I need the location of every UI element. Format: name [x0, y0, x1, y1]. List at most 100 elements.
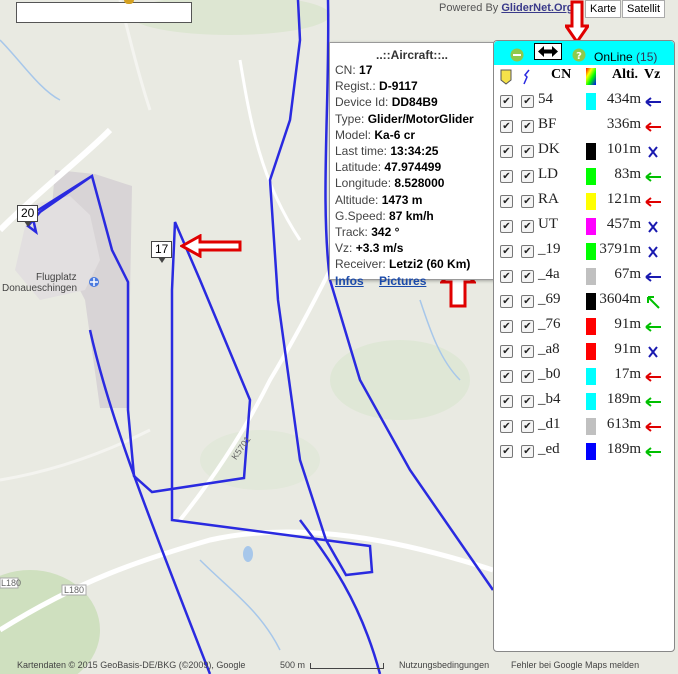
show-marker-checkbox[interactable]: ✔ [500, 120, 513, 133]
show-track-checkbox[interactable]: ✔ [521, 370, 534, 383]
minimize-icon[interactable] [510, 48, 524, 62]
alti-column-header[interactable]: Alti. [612, 67, 638, 83]
color-column-icon[interactable] [586, 68, 596, 85]
show-track-checkbox[interactable]: ✔ [521, 120, 534, 133]
aircraft-cn[interactable]: UT [538, 216, 558, 233]
vz-climb-arrow-icon [647, 296, 660, 309]
show-marker-checkbox[interactable]: ✔ [500, 395, 513, 408]
aircraft-cn[interactable]: _19 [538, 241, 561, 258]
info-row-value: 87 km/h [389, 208, 434, 223]
aircraft-row[interactable]: ✔ ✔ _76 91m [494, 316, 674, 343]
aircraft-cn[interactable]: _76 [538, 316, 561, 333]
info-rows: CN: 17 Regist.: D-9117 Device Id: DD84B9 Ty… [330, 62, 494, 273]
show-marker-checkbox[interactable]: ✔ [500, 420, 513, 433]
show-track-checkbox[interactable]: ✔ [521, 320, 534, 333]
show-marker-checkbox[interactable]: ✔ [500, 195, 513, 208]
aircraft-marker-20[interactable]: 20 [17, 205, 39, 227]
aircraft-cn[interactable]: _ed [538, 441, 560, 458]
search-box[interactable] [16, 2, 192, 23]
show-track-checkbox[interactable]: ✔ [521, 195, 534, 208]
aircraft-cn[interactable]: BF [538, 116, 556, 133]
info-row-value: 8.528000 [394, 176, 445, 191]
show-track-checkbox[interactable]: ✔ [521, 170, 534, 183]
show-marker-checkbox[interactable]: ✔ [500, 295, 513, 308]
aircraft-cn[interactable]: _a8 [538, 341, 560, 358]
show-marker-checkbox[interactable]: ✔ [500, 220, 513, 233]
show-marker-checkbox[interactable]: ✔ [500, 320, 513, 333]
aircraft-cn[interactable]: _69 [538, 291, 561, 308]
show-track-checkbox[interactable]: ✔ [521, 420, 534, 433]
show-track-checkbox[interactable]: ✔ [521, 95, 534, 108]
show-track-checkbox[interactable]: ✔ [521, 445, 534, 458]
vz-column-header[interactable]: Vz [644, 67, 660, 83]
show-marker-checkbox[interactable]: ✔ [500, 95, 513, 108]
aircraft-cn[interactable]: DK [538, 141, 560, 158]
online-label: OnLine [594, 50, 633, 64]
aircraft-cn[interactable]: _b0 [538, 366, 561, 383]
report-error-link[interactable]: Fehler bei Google Maps melden [511, 660, 639, 670]
aircraft-row[interactable]: ✔ ✔ _4a 67m [494, 266, 674, 293]
aircraft-row[interactable]: ✔ ✔ _b4 189m [494, 391, 674, 418]
aircraft-row[interactable]: ✔ ✔ RA 121m [494, 191, 674, 218]
aircraft-row[interactable]: ✔ ✔ _a8 91m [494, 341, 674, 368]
info-row: Type: Glider/MotorGlider [335, 111, 494, 127]
show-marker-checkbox[interactable]: ✔ [500, 270, 513, 283]
aircraft-cn[interactable]: _b4 [538, 391, 561, 408]
info-row-label: Type: [335, 111, 365, 126]
show-track-checkbox[interactable]: ✔ [521, 145, 534, 158]
info-row-label: Device Id: [335, 95, 389, 110]
info-row: CN: 17 [335, 62, 494, 78]
aircraft-row[interactable]: ✔ ✔ LD 83m [494, 166, 674, 193]
glidernet-link[interactable]: GliderNet.Org [501, 2, 573, 14]
aircraft-row[interactable]: ✔ ✔ _69 3604m [494, 291, 674, 318]
aircraft-marker-17[interactable]: 17 [151, 241, 173, 263]
expand-horizontal-icon[interactable] [534, 43, 562, 60]
aircraft-cn[interactable]: 54 [538, 91, 553, 108]
aircraft-cn[interactable]: _d1 [538, 416, 561, 433]
aircraft-row[interactable]: ✔ ✔ DK 101m [494, 141, 674, 168]
track-column-icon[interactable] [522, 69, 532, 85]
show-marker-checkbox[interactable]: ✔ [500, 445, 513, 458]
show-track-checkbox[interactable]: ✔ [521, 245, 534, 258]
aircraft-row[interactable]: ✔ ✔ _d1 613m [494, 416, 674, 443]
aircraft-row[interactable]: ✔ ✔ BF 336m [494, 116, 674, 143]
map-scale-bar [309, 662, 384, 669]
aircraft-row[interactable]: ✔ ✔ 54 434m [494, 91, 674, 118]
show-marker-checkbox[interactable]: ✔ [500, 145, 513, 158]
terms-link[interactable]: Nutzungsbedingungen [399, 660, 489, 670]
info-row-value: D-9117 [379, 79, 418, 94]
map-type-satellit-button[interactable]: Satellit [622, 0, 666, 18]
aircraft-cn[interactable]: LD [538, 166, 558, 183]
aircraft-row[interactable]: ✔ ✔ _19 3791m [494, 241, 674, 268]
show-track-checkbox[interactable]: ✔ [521, 295, 534, 308]
aircraft-cn[interactable]: RA [538, 191, 559, 208]
info-row-value: 47.974499 [384, 160, 442, 175]
pictures-link[interactable]: Pictures [379, 274, 426, 288]
show-track-checkbox[interactable]: ✔ [521, 395, 534, 408]
airfield-label: Flugplatz Donaueschingen [2, 272, 77, 294]
help-icon[interactable]: ? [572, 48, 586, 62]
map-type-karte-button[interactable]: Karte [585, 0, 622, 18]
show-marker-checkbox[interactable]: ✔ [500, 245, 513, 258]
track-color-swatch [586, 118, 596, 135]
track-color-swatch [586, 318, 596, 335]
info-row-label: Vz: [335, 241, 353, 256]
aircraft-row[interactable]: ✔ ✔ UT 457m [494, 216, 674, 243]
cn-column-header[interactable]: CN [551, 67, 571, 83]
aircraft-altitude: 121m [606, 191, 641, 207]
show-marker-checkbox[interactable]: ✔ [500, 170, 513, 183]
track-color-swatch [586, 143, 596, 160]
aircraft-row[interactable]: ✔ ✔ _ed 189m [494, 441, 674, 468]
aircraft-cn[interactable]: _4a [538, 266, 560, 283]
show-marker-checkbox[interactable]: ✔ [500, 370, 513, 383]
show-track-checkbox[interactable]: ✔ [521, 270, 534, 283]
info-row: Vz: +3.3 m/s [335, 240, 494, 256]
aircraft-row[interactable]: ✔ ✔ _b0 17m [494, 366, 674, 393]
show-track-checkbox[interactable]: ✔ [521, 220, 534, 233]
infos-link[interactable]: Infos [335, 274, 364, 288]
show-marker-checkbox[interactable]: ✔ [500, 345, 513, 358]
show-track-checkbox[interactable]: ✔ [521, 345, 534, 358]
track-color-swatch [586, 368, 596, 385]
aircraft-info-window: ..::Aircraft::.. CN: 17 Regist.: D-9117 De… [329, 42, 495, 288]
marker-column-icon[interactable] [500, 69, 512, 85]
